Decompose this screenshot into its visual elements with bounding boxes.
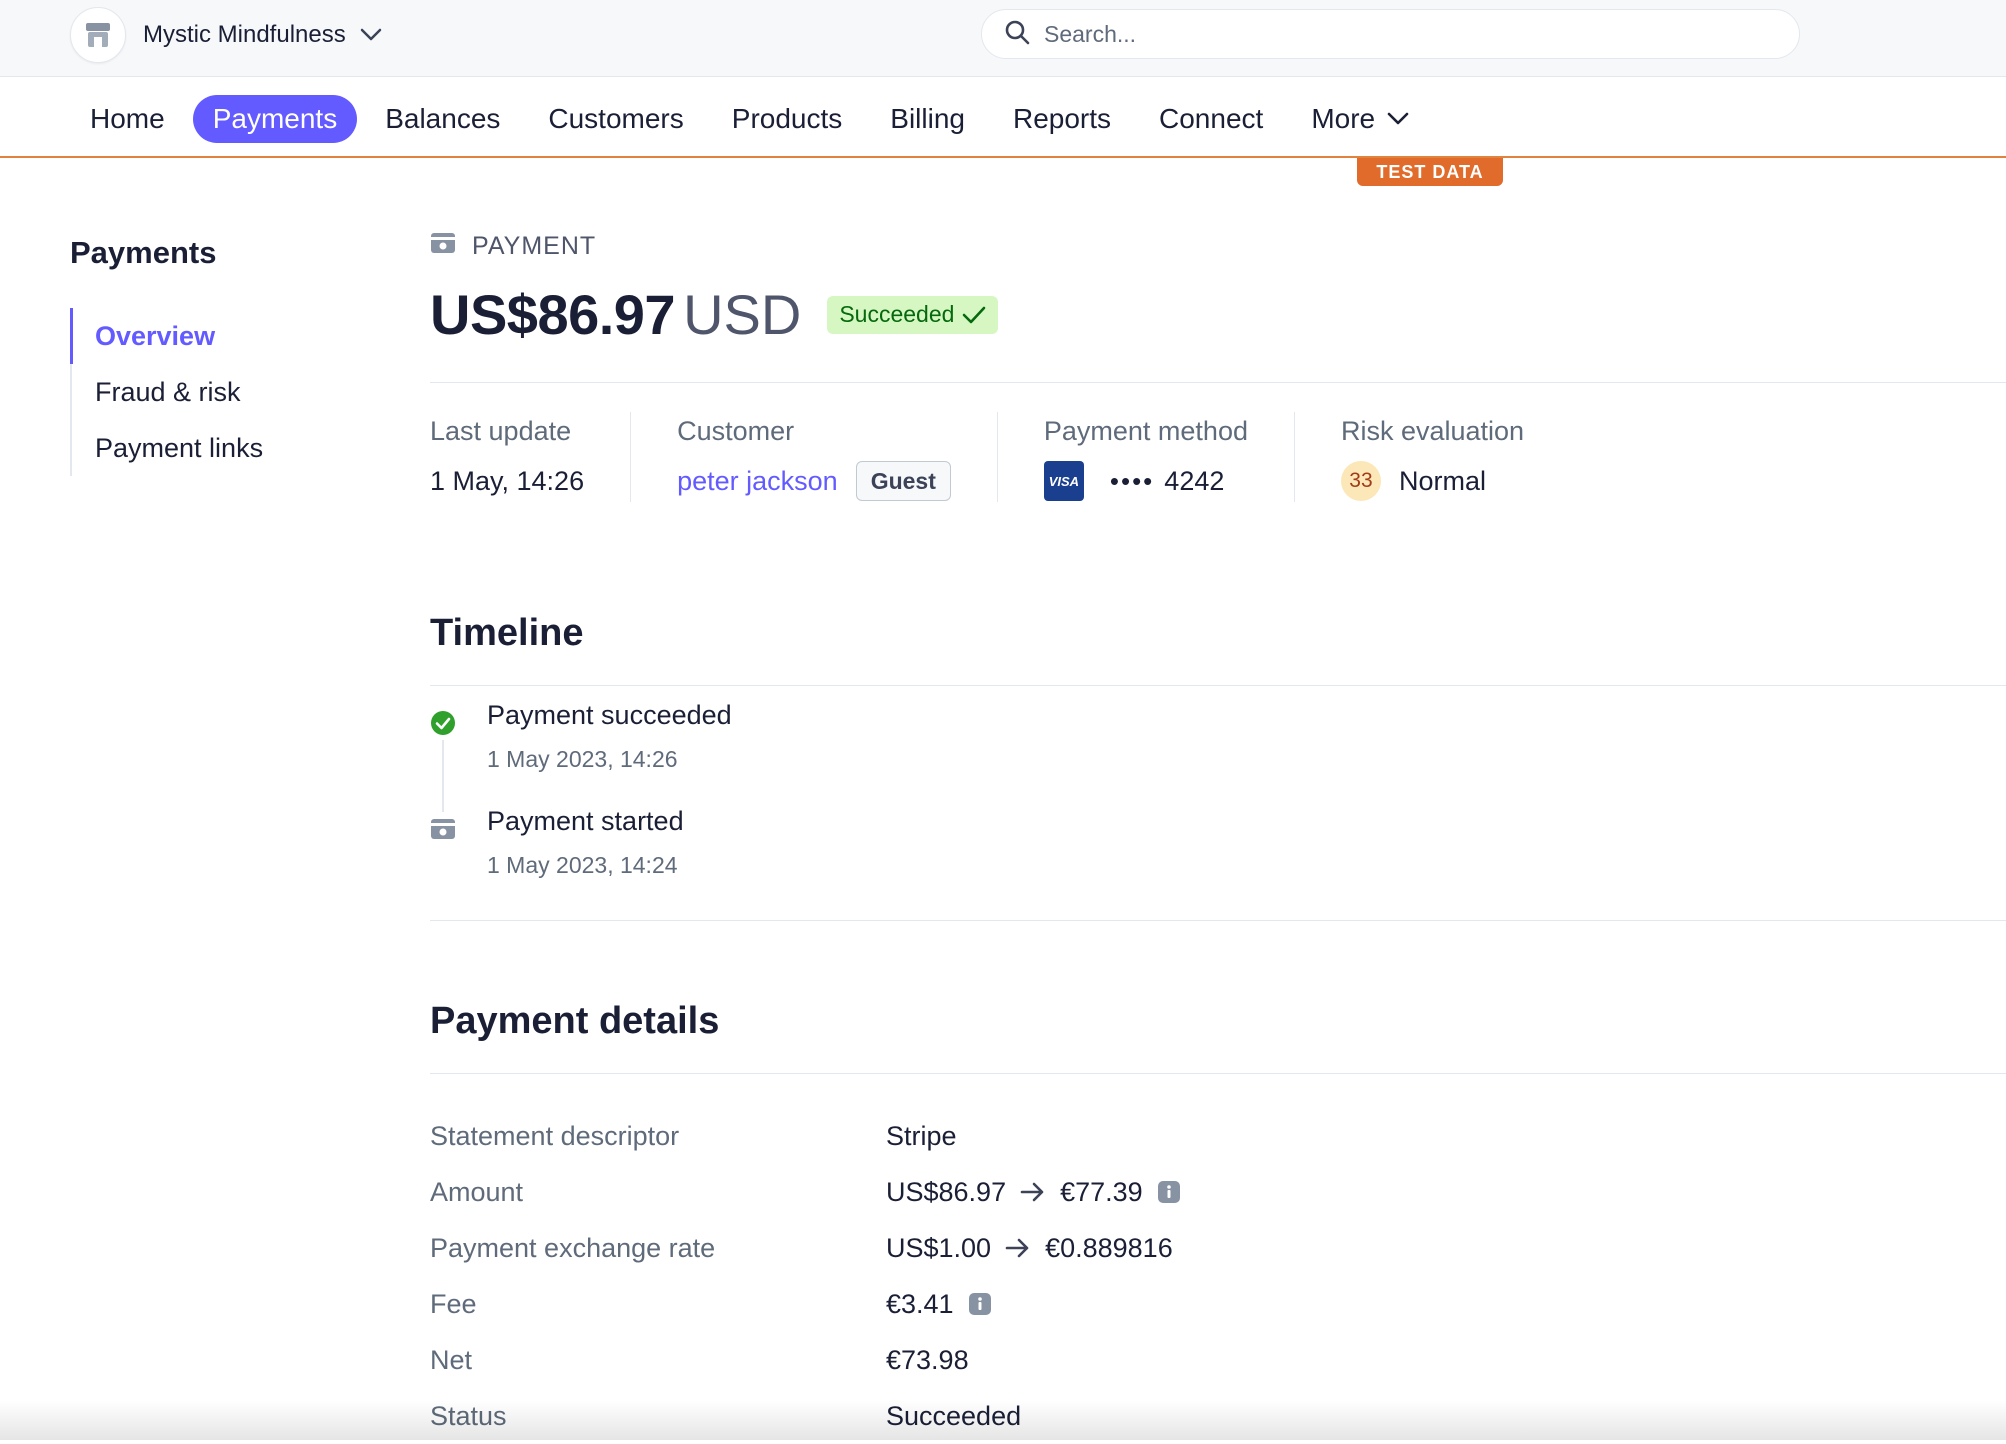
timeline-event-date: 1 May 2023, 14:24 — [487, 852, 678, 879]
chevron-down-icon — [360, 28, 382, 42]
rate-to: €0.889816 — [1045, 1233, 1173, 1264]
search-input[interactable]: Search... — [981, 9, 1800, 59]
sidebar-title: Payments — [70, 235, 216, 271]
last-update-value: 1 May, 14:26 — [430, 461, 584, 501]
nav-item-reports[interactable]: Reports — [993, 95, 1131, 143]
account-switcher[interactable]: Mystic Mindfulness — [70, 8, 382, 62]
timeline-connector — [442, 740, 444, 812]
nav-item-connect[interactable]: Connect — [1139, 95, 1283, 143]
divider — [430, 1073, 2006, 1074]
payment-kind-label: PAYMENT — [430, 232, 596, 261]
card-mask: •••• — [1110, 466, 1154, 497]
chevron-down-icon — [1387, 112, 1409, 126]
detail-label: Statement descriptor — [430, 1121, 886, 1152]
summary-last-update: Last update 1 May, 14:26 — [430, 412, 631, 502]
detail-row: Status Succeeded — [430, 1388, 1181, 1444]
divider — [430, 685, 2006, 686]
nav-item-products[interactable]: Products — [712, 95, 863, 143]
detail-row: Fee €3.41 — [430, 1276, 1181, 1332]
divider — [430, 382, 2006, 383]
detail-value: US$86.97 €77.39 — [886, 1177, 1181, 1208]
risk-level: Normal — [1399, 466, 1486, 497]
top-bar: Mystic Mindfulness Search... — [0, 0, 2006, 77]
payment-icon — [430, 816, 456, 842]
detail-label: Amount — [430, 1177, 886, 1208]
check-circle-icon — [430, 710, 456, 736]
sidebar-item-overview[interactable]: Overview — [70, 308, 263, 364]
detail-row: Amount US$86.97 €77.39 — [430, 1164, 1181, 1220]
test-data-badge: TEST DATA — [1357, 158, 1503, 186]
main-nav: Home Payments Balances Customers Product… — [0, 77, 2006, 158]
timeline-event-title: Payment started — [487, 806, 684, 837]
status-text: Succeeded — [839, 301, 954, 328]
detail-label: Net — [430, 1345, 886, 1376]
payment-details-list: Statement descriptor Stripe Amount US$86… — [430, 1108, 1181, 1444]
detail-value: €3.41 — [886, 1289, 992, 1320]
amount-to: €77.39 — [1060, 1177, 1143, 1208]
customer-label: Customer — [677, 416, 951, 447]
card-last4: 4242 — [1164, 466, 1224, 497]
check-icon — [962, 305, 986, 325]
last-update-label: Last update — [430, 416, 584, 447]
rate-from: US$1.00 — [886, 1233, 991, 1264]
status-badge: Succeeded — [827, 296, 998, 334]
guest-badge: Guest — [856, 461, 951, 501]
nav-item-more[interactable]: More — [1291, 95, 1429, 143]
risk-score[interactable]: 33 — [1341, 461, 1381, 501]
nav-item-customers[interactable]: Customers — [528, 95, 703, 143]
detail-value: Stripe — [886, 1121, 957, 1152]
summary-payment-method: Payment method VISA •••• 4242 — [1044, 412, 1295, 502]
info-icon[interactable] — [968, 1292, 992, 1316]
sidebar-item-payment-links[interactable]: Payment links — [70, 420, 263, 476]
payment-kind-text: PAYMENT — [472, 232, 596, 261]
payment-icon — [430, 232, 456, 261]
payment-summary: Last update 1 May, 14:26 Customer peter … — [430, 412, 1616, 502]
search-icon — [1004, 19, 1030, 50]
payment-amount: US$86.97 — [430, 282, 675, 347]
detail-value: Succeeded — [886, 1401, 1021, 1432]
arrow-right-icon — [1005, 1238, 1031, 1258]
search-placeholder: Search... — [1044, 21, 1136, 48]
store-icon — [70, 7, 126, 63]
risk-label: Risk evaluation — [1341, 416, 1524, 447]
detail-value: €73.98 — [886, 1345, 969, 1376]
amount-from: US$86.97 — [886, 1177, 1006, 1208]
detail-label: Status — [430, 1401, 886, 1432]
payment-method-label: Payment method — [1044, 416, 1248, 447]
detail-value: US$1.00 €0.889816 — [886, 1233, 1173, 1264]
nav-item-home[interactable]: Home — [70, 95, 185, 143]
summary-risk: Risk evaluation 33 Normal — [1341, 412, 1570, 502]
sidebar-nav: Overview Fraud & risk Payment links — [70, 308, 263, 476]
nav-item-billing[interactable]: Billing — [870, 95, 985, 143]
detail-row: Statement descriptor Stripe — [430, 1108, 1181, 1164]
detail-row: Net €73.98 — [430, 1332, 1181, 1388]
summary-customer: Customer peter jackson Guest — [677, 412, 998, 502]
payment-currency: USD — [683, 282, 801, 347]
info-icon[interactable] — [1157, 1180, 1181, 1204]
detail-row: Payment exchange rate US$1.00 €0.889816 — [430, 1220, 1181, 1276]
visa-card-icon: VISA — [1044, 461, 1084, 501]
nav-more-label: More — [1311, 103, 1375, 135]
sidebar-item-fraud-risk[interactable]: Fraud & risk — [70, 364, 263, 420]
timeline-event-title: Payment succeeded — [487, 700, 732, 731]
nav-item-payments[interactable]: Payments — [193, 95, 358, 143]
amount-row: US$86.97 USD Succeeded — [430, 282, 998, 347]
payment-details-title: Payment details — [430, 1000, 719, 1043]
account-name: Mystic Mindfulness — [143, 21, 346, 49]
detail-label: Payment exchange rate — [430, 1233, 886, 1264]
timeline-event-date: 1 May 2023, 14:26 — [487, 746, 678, 773]
customer-link[interactable]: peter jackson — [677, 466, 838, 497]
detail-label: Fee — [430, 1289, 886, 1320]
divider — [430, 920, 2006, 921]
timeline-title: Timeline — [430, 612, 583, 655]
nav-item-balances[interactable]: Balances — [365, 95, 520, 143]
fee-value: €3.41 — [886, 1289, 954, 1320]
arrow-right-icon — [1020, 1182, 1046, 1202]
